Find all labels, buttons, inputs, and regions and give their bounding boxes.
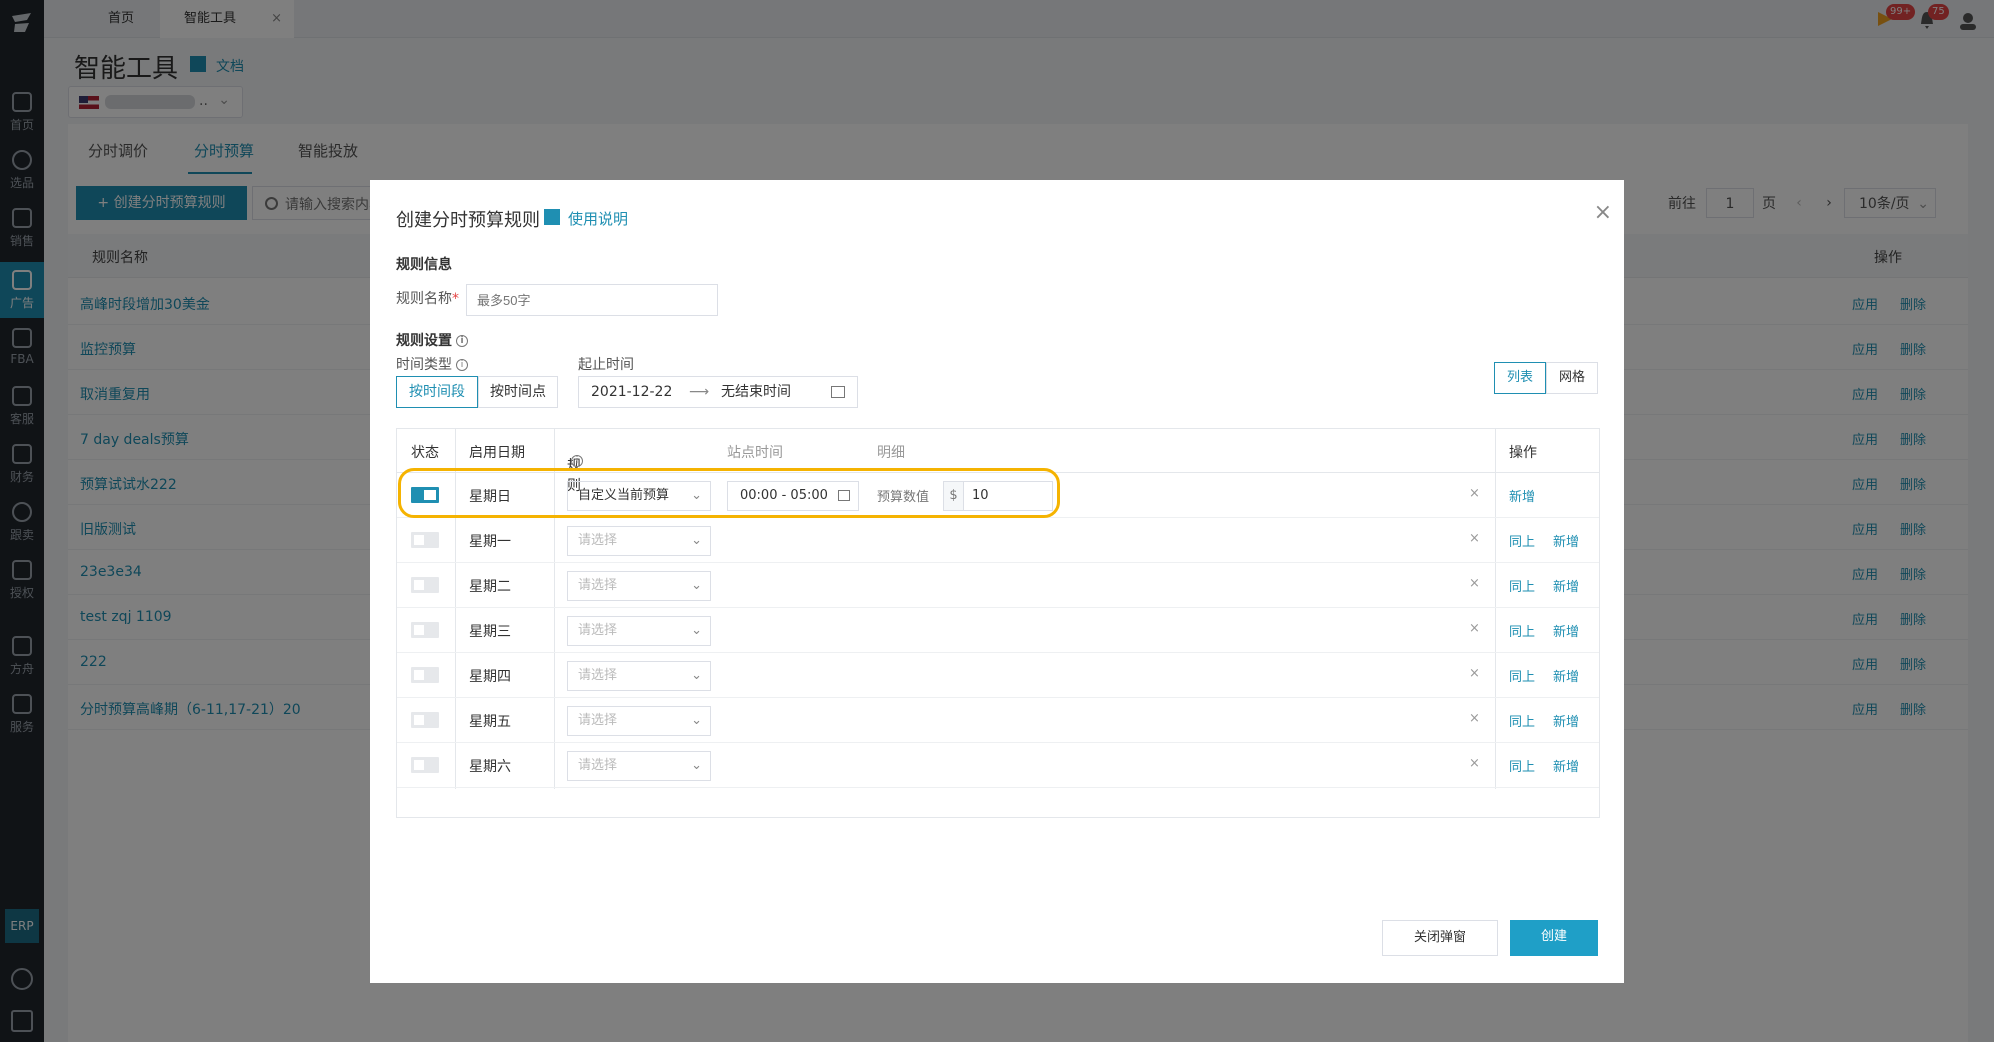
day-label: 星期六 xyxy=(469,759,511,775)
rule-select-placeholder: 请选择 xyxy=(578,623,618,638)
rule-select[interactable]: 请选择 ⌄ xyxy=(567,661,711,691)
range-arrow: ⟶ xyxy=(689,384,710,400)
day-label: 星期三 xyxy=(469,624,511,640)
rule-select[interactable]: 请选择 ⌄ xyxy=(567,706,711,736)
chevron-down-icon: ⌄ xyxy=(691,668,702,683)
chevron-down-icon: ⌄ xyxy=(691,758,702,773)
col-detail: 明细 xyxy=(877,445,905,461)
delete-row-icon[interactable]: × xyxy=(1469,621,1480,636)
section-rule-settings: 规则设置 i xyxy=(396,330,468,350)
rule-select[interactable]: 请选择 ⌄ xyxy=(567,616,711,646)
section-rule-info: 规则信息 xyxy=(396,257,452,273)
info-icon: i xyxy=(571,455,583,467)
rule-select-placeholder: 请选择 xyxy=(578,758,618,773)
same-above-link[interactable]: 同上 xyxy=(1509,711,1535,730)
status-toggle[interactable] xyxy=(411,712,439,728)
start-end-label: 起止时间 xyxy=(578,357,634,373)
schedule-row: 星期三 请选择 ⌄ × 同上 新增 xyxy=(397,608,1599,653)
delete-row-icon[interactable]: × xyxy=(1469,486,1480,501)
end-date: 无结束时间 xyxy=(721,384,791,400)
rule-name-input[interactable] xyxy=(466,284,718,316)
add-link[interactable]: 新增 xyxy=(1509,486,1535,505)
delete-row-icon[interactable]: × xyxy=(1469,576,1480,591)
chevron-down-icon: ⌄ xyxy=(691,713,702,728)
col-status: 状态 xyxy=(411,445,439,461)
info-icon: i xyxy=(456,359,468,371)
status-toggle[interactable] xyxy=(411,622,439,638)
add-link[interactable]: 新增 xyxy=(1553,576,1579,595)
day-label: 星期二 xyxy=(469,579,511,595)
create-button[interactable]: 创建 xyxy=(1510,920,1598,956)
rule-name-label: 规则名称* xyxy=(396,288,459,308)
delete-row-icon[interactable]: × xyxy=(1469,711,1480,726)
rule-select-placeholder: 请选择 xyxy=(578,578,618,593)
rule-select[interactable]: 请选择 ⌄ xyxy=(567,571,711,601)
rule-name-label-text: 规则名称 xyxy=(396,291,452,307)
start-date: 2021-12-22 xyxy=(591,384,673,400)
view-list-button[interactable]: 列表 xyxy=(1494,362,1546,394)
chevron-down-icon: ⌄ xyxy=(691,533,702,548)
chevron-down-icon: ⌄ xyxy=(691,623,702,638)
rule-select[interactable]: 请选择 ⌄ xyxy=(567,526,711,556)
schedule-row: 星期四 请选择 ⌄ × 同上 新增 xyxy=(397,653,1599,698)
col-ops: 操作 xyxy=(1509,445,1537,461)
same-above-link[interactable]: 同上 xyxy=(1509,621,1535,640)
delete-row-icon[interactable]: × xyxy=(1469,531,1480,546)
book-icon xyxy=(544,209,560,225)
app-root: 首页 选品 销售 广告 FBA 客服 财务 跟卖 授权 方舟 服务 ERP 首页… xyxy=(0,0,1994,1042)
col-date: 启用日期 xyxy=(469,445,525,461)
schedule-row: 星期六 请选择 ⌄ × 同上 新增 xyxy=(397,743,1599,788)
by-period-toggle[interactable]: 按时间段 xyxy=(396,376,478,408)
time-type-text: 时间类型 xyxy=(396,357,452,373)
status-toggle[interactable] xyxy=(411,532,439,548)
modal-close-icon[interactable]: × xyxy=(1594,200,1612,225)
schedule-row: 星期一 请选择 ⌄ × 同上 新增 xyxy=(397,518,1599,563)
rule-select-placeholder: 请选择 xyxy=(578,533,618,548)
rule-select-placeholder: 请选择 xyxy=(578,668,618,683)
add-link[interactable]: 新增 xyxy=(1553,621,1579,640)
modal-title: 创建分时预算规则 xyxy=(396,210,540,231)
info-icon: i xyxy=(456,335,468,347)
col-site-time: 站点时间 xyxy=(727,445,783,461)
delete-row-icon[interactable]: × xyxy=(1469,666,1480,681)
by-point-toggle[interactable]: 按时间点 xyxy=(478,376,558,408)
schedule-row: 星期二 请选择 ⌄ × 同上 新增 xyxy=(397,563,1599,608)
close-modal-button[interactable]: 关闭弹窗 xyxy=(1382,920,1498,956)
same-above-link[interactable]: 同上 xyxy=(1509,576,1535,595)
day-label: 星期四 xyxy=(469,669,511,685)
date-range-picker[interactable]: 2021-12-22 ⟶ 无结束时间 xyxy=(578,376,858,408)
help-link[interactable]: 使用说明 xyxy=(568,208,628,229)
status-toggle[interactable] xyxy=(411,757,439,773)
rule-select-placeholder: 请选择 xyxy=(578,713,618,728)
view-grid-button[interactable]: 网格 xyxy=(1546,362,1598,394)
time-type-label: 时间类型 i xyxy=(396,354,468,374)
day-label: 星期一 xyxy=(469,534,511,550)
rule-settings-text: 规则设置 xyxy=(396,333,452,349)
status-toggle[interactable] xyxy=(411,667,439,683)
add-link[interactable]: 新增 xyxy=(1553,666,1579,685)
add-link[interactable]: 新增 xyxy=(1553,531,1579,550)
same-above-link[interactable]: 同上 xyxy=(1509,756,1535,775)
create-rule-modal: 创建分时预算规则 使用说明 × 规则信息 规则名称* 规则设置 i 时间类型 i 起… xyxy=(370,180,1624,983)
highlight-annotation xyxy=(398,468,1060,518)
delete-row-icon[interactable]: × xyxy=(1469,756,1480,771)
same-above-link[interactable]: 同上 xyxy=(1509,531,1535,550)
status-toggle[interactable] xyxy=(411,577,439,593)
required-mark: * xyxy=(452,291,459,307)
chevron-down-icon: ⌄ xyxy=(691,578,702,593)
schedule-row: 星期五 请选择 ⌄ × 同上 新增 xyxy=(397,698,1599,743)
add-link[interactable]: 新增 xyxy=(1553,756,1579,775)
day-label: 星期五 xyxy=(469,714,511,730)
rule-select[interactable]: 请选择 ⌄ xyxy=(567,751,711,781)
same-above-link[interactable]: 同上 xyxy=(1509,666,1535,685)
schedule-table-header: 状态 启用日期 规则 i 站点时间 明细 操作 xyxy=(397,429,1599,494)
add-link[interactable]: 新增 xyxy=(1553,711,1579,730)
calendar-icon xyxy=(831,386,845,398)
